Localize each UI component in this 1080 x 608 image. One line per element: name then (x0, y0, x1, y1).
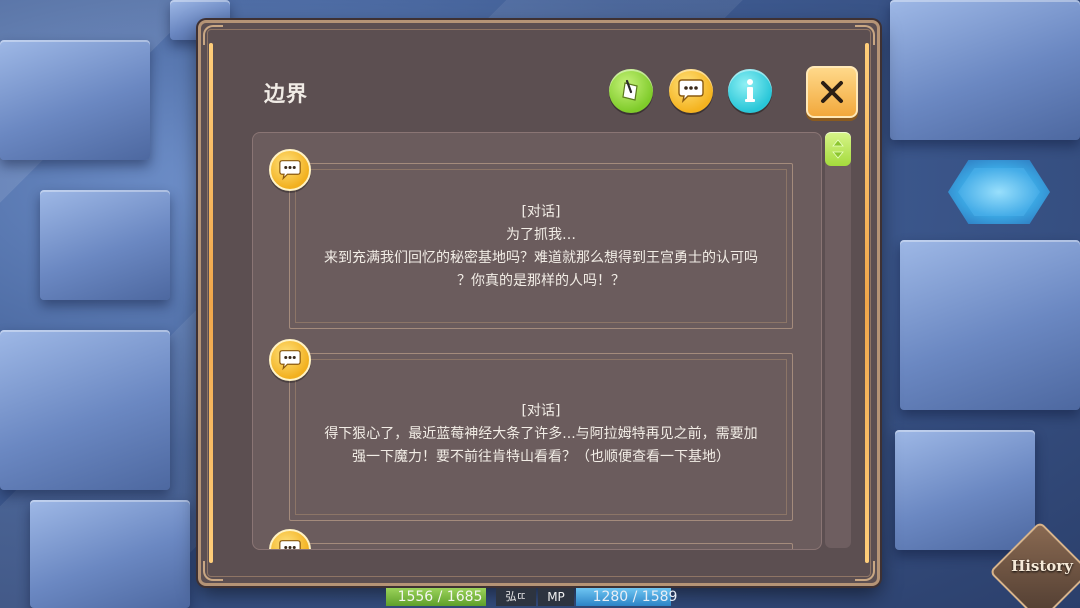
close-icon (821, 81, 843, 103)
dialog-corner-ornament (855, 25, 875, 45)
info-filter-button[interactable] (728, 69, 772, 113)
background-block (0, 40, 150, 160)
background-block (0, 330, 170, 490)
background-block (30, 500, 190, 608)
dialog-corner-ornament (203, 561, 223, 581)
scroll-thumb[interactable] (825, 132, 851, 166)
quest-scroll-icon (622, 79, 638, 101)
entry-line: ？你真的是那样的人吗！？ (457, 273, 625, 289)
list-item (289, 543, 793, 550)
entry-badge (269, 529, 311, 549)
info-icon (745, 79, 755, 102)
list-item: [对话] 得下狠心了，最近蓝莓神经大条了许多...与阿拉姆特再见之前，需要加 强… (289, 353, 793, 521)
background-block (900, 240, 1080, 410)
entry-badge (269, 149, 311, 191)
entry-tag: [对话] (521, 403, 561, 419)
background-block (890, 0, 1080, 140)
mp-label: MP (538, 588, 574, 606)
speech-bubble-icon (279, 160, 301, 181)
entry-tag: [对话] (521, 204, 561, 220)
speech-bubble-icon (678, 79, 704, 104)
dialogue-filter-button[interactable] (669, 69, 713, 113)
teleport-pad-glow (958, 168, 1040, 216)
quest-filter-button[interactable] (609, 69, 653, 113)
game-scene: 边界 [对话] 为了抓我… 来到充满我们回忆的秘密基地吗？难道就那么想得到王宫勇… (0, 0, 1080, 608)
hp-label: 弘ㄸ (496, 588, 536, 606)
dialog-left-trim (209, 43, 213, 563)
entry-frame (295, 549, 787, 550)
entry-text: [对话] 为了抓我… 来到充满我们回忆的秘密基地吗？难道就那么想得到王宫勇士的认… (290, 201, 792, 293)
entry-line: 得下狠心了，最近蓝莓神经大条了许多...与阿拉姆特再见之前，需要加 (324, 426, 758, 442)
dialog-corner-ornament (203, 25, 223, 45)
close-button[interactable] (806, 66, 858, 118)
entry-line: 来到充满我们回忆的秘密基地吗？难道就那么想得到王宫勇士的认可吗 (324, 250, 758, 266)
dialog-corner-ornament (855, 561, 875, 581)
scroll-arrows-icon (832, 139, 844, 159)
speech-bubble-icon (279, 350, 301, 371)
speech-bubble-icon (279, 540, 301, 549)
list-scrollbar[interactable] (825, 132, 851, 548)
entry-text: [对话] 得下狠心了，最近蓝莓神经大条了许多...与阿拉姆特再见之前，需要加 强… (290, 400, 792, 469)
entry-line: 强一下魔力！要不前往肯特山看看？（也顺便查看一下基地） (352, 449, 730, 465)
background-block (40, 190, 170, 300)
dialog-right-trim (865, 43, 869, 563)
dialogue-log-list[interactable]: [对话] 为了抓我… 来到充满我们回忆的秘密基地吗？难道就那么想得到王宫勇士的认… (252, 132, 822, 550)
entry-line: 为了抓我… (506, 227, 576, 243)
entry-badge (269, 339, 311, 381)
background-block (895, 430, 1035, 550)
mp-value: 1280 / 1589 (592, 589, 678, 605)
hp-value: 1556 / 1685 (397, 589, 483, 605)
list-item: [对话] 为了抓我… 来到充满我们回忆的秘密基地吗？难道就那么想得到王宫勇士的认… (289, 163, 793, 329)
dialog-title: 边界 (264, 82, 308, 106)
status-hud: 1556 / 1685 弘ㄸ MP 1280 / 1589 (386, 586, 696, 608)
